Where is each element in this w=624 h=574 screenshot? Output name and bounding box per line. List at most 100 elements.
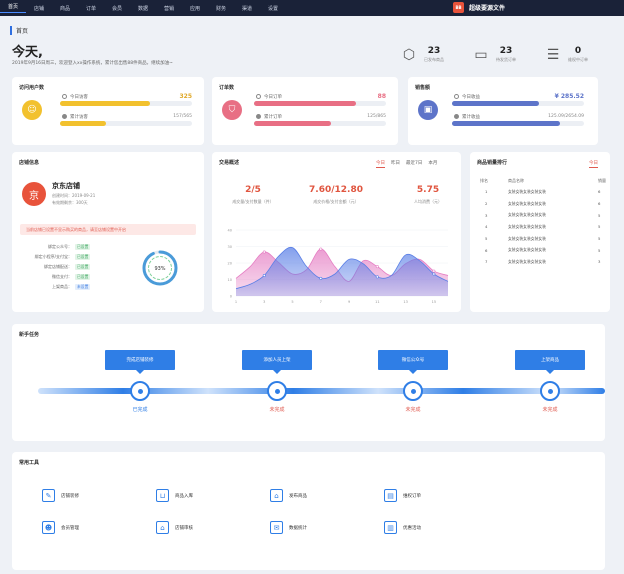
table-row[interactable]: 4 女装女装女装女装女装 5 bbox=[480, 221, 608, 233]
tab-last-7-days[interactable]: 最近7日 bbox=[406, 160, 422, 168]
sales-cell: 6 bbox=[598, 201, 601, 207]
stat-published-goods[interactable]: ⬡ 23 已发布商品 bbox=[400, 46, 444, 63]
progress-bar-fill bbox=[254, 101, 356, 106]
nav-item-data[interactable]: 数据 bbox=[130, 5, 156, 12]
tool-label: 店铺审核 bbox=[175, 525, 193, 531]
kpi-card-orders: 订单数 ⛉ 今日订单 88 累计订单 125/865 bbox=[212, 77, 398, 145]
nav-item-shop[interactable]: 店铺 bbox=[26, 5, 52, 12]
progress-ring: 93% bbox=[142, 250, 178, 286]
radio-icon bbox=[62, 94, 67, 99]
tool-label: 会员管理 bbox=[61, 525, 79, 531]
stat-value: 23 bbox=[499, 46, 513, 56]
brand-logo: BB bbox=[453, 2, 464, 13]
card-title: 交易概述 bbox=[219, 160, 240, 166]
data-point[interactable] bbox=[375, 275, 379, 279]
ranking-table: 排名 商品名称 销量 1 女装女装女装女装女装 6 2 女装女装女装女装女装 6 3 女装… bbox=[480, 176, 608, 268]
step-button-list-goods[interactable]: 上架商品 bbox=[515, 350, 585, 374]
brand: BB 超级要源文件 bbox=[453, 2, 505, 13]
tool-members[interactable]: ☻ 会员管理 bbox=[42, 521, 79, 534]
metric-label: 人均消费（元） bbox=[414, 199, 442, 204]
x-tick-label: 11 bbox=[375, 300, 379, 304]
card-title: 商品销量排行 bbox=[477, 160, 508, 166]
data-point[interactable] bbox=[262, 273, 266, 277]
stat-disputes[interactable]: ☰ 0 维权中订单 bbox=[544, 46, 588, 63]
column-header: 排名 bbox=[480, 178, 488, 183]
tool-publish-goods[interactable]: ⌂ 发布商品 bbox=[270, 489, 307, 502]
table-row[interactable]: 1 女装女装女装女装女装 6 bbox=[480, 186, 608, 198]
tool-statistics[interactable]: ✉ 数据统计 bbox=[270, 521, 307, 534]
stat-pending-shipment[interactable]: ▭ 23 待发货订单 bbox=[472, 46, 516, 63]
radio-icon bbox=[454, 94, 459, 99]
nav-item-apps[interactable]: 应用 bbox=[182, 5, 208, 12]
step-button-wechat[interactable]: 微信公众号 bbox=[378, 350, 448, 374]
house-icon: ⌂ bbox=[156, 521, 169, 534]
y-tick-label: 10 bbox=[228, 278, 232, 282]
name-cell: 女装女装女装女装女装 bbox=[508, 258, 546, 264]
tab-today[interactable]: 今日 bbox=[589, 160, 598, 168]
users-icon: ☻ bbox=[42, 521, 55, 534]
tool-goods-stock[interactable]: ⊔ 商品入库 bbox=[156, 489, 193, 502]
radio-icon bbox=[454, 114, 459, 119]
tools-card: 常用工具 bbox=[12, 452, 605, 570]
name-cell: 女装女装女装女装女装 bbox=[508, 188, 546, 194]
kpi-label: 累计访客 bbox=[70, 115, 88, 120]
nav-item-members[interactable]: 会员 bbox=[104, 5, 130, 12]
nav-item-finance[interactable]: 财务 bbox=[208, 5, 234, 12]
status-tag[interactable]: 已设置 bbox=[75, 244, 91, 250]
tool-label: 数据统计 bbox=[289, 525, 307, 531]
nav-item-home[interactable]: 首页 bbox=[0, 3, 26, 13]
tab-today[interactable]: 今日 bbox=[376, 160, 385, 168]
data-point[interactable] bbox=[319, 276, 323, 280]
y-tick-label: 40 bbox=[228, 229, 232, 233]
kpi-label: 累计订单 bbox=[264, 115, 282, 120]
step-button-add-staff[interactable]: 添加人员上架 bbox=[242, 350, 312, 374]
data-point[interactable] bbox=[375, 265, 379, 269]
tool-promotions[interactable]: ▥ 优惠活动 bbox=[384, 521, 421, 534]
tool-dispute-orders[interactable]: ▤ 维权订单 bbox=[384, 489, 421, 502]
tab-yesterday[interactable]: 昨日 bbox=[391, 160, 400, 168]
metric-value: 7.60/12.80 bbox=[309, 185, 363, 195]
mail-icon: ✉ bbox=[270, 521, 283, 534]
data-point[interactable] bbox=[432, 272, 436, 276]
status-tag[interactable]: 已设置 bbox=[75, 274, 91, 280]
table-header: 排名 商品名称 销量 bbox=[480, 176, 608, 186]
table-row[interactable]: 2 女装女装女装女装女装 6 bbox=[480, 198, 608, 210]
status-tag[interactable]: 已设置 bbox=[75, 264, 91, 270]
sales-cell: 5 bbox=[598, 212, 601, 218]
data-point[interactable] bbox=[432, 269, 436, 273]
metric-label: 成交量/支付数量（件） bbox=[232, 199, 274, 204]
tool-label: 店铺装修 bbox=[61, 493, 79, 499]
stat-label: 已发布商品 bbox=[424, 57, 444, 62]
progress-bar-fill bbox=[254, 121, 331, 126]
check-row: 上架商品： 未设置 bbox=[32, 284, 112, 290]
data-point[interactable] bbox=[262, 250, 266, 254]
metric-value: 2/5 bbox=[245, 185, 261, 195]
table-row[interactable]: 6 女装女装女装女装女装 5 bbox=[480, 244, 608, 256]
visitor-icon: ☺ bbox=[22, 100, 42, 120]
tab-this-month[interactable]: 本月 bbox=[428, 160, 437, 168]
nav-item-orders[interactable]: 订单 bbox=[78, 5, 104, 12]
table-row[interactable]: 5 女装女装女装女装女装 5 bbox=[480, 233, 608, 245]
nav-item-goods[interactable]: 商品 bbox=[52, 5, 78, 12]
metric-value: 5.75 bbox=[416, 185, 440, 195]
status-tag[interactable]: 未设置 bbox=[75, 284, 91, 290]
progress-bar bbox=[254, 101, 386, 106]
nav-item-channels[interactable]: 渠道 bbox=[234, 5, 260, 12]
tool-label: 发布商品 bbox=[289, 493, 307, 499]
truck-icon: ▭ bbox=[474, 46, 488, 63]
nav-item-marketing[interactable]: 营销 bbox=[156, 5, 182, 12]
table-row[interactable]: 3 女装女装女装女装女装 5 bbox=[480, 209, 608, 221]
table-row[interactable]: 7 女装女装女装女装女装 3 bbox=[480, 256, 608, 268]
step-button-shop-decoration[interactable]: 完成店铺装修 bbox=[105, 350, 175, 374]
tool-shop-decoration[interactable]: ✎ 店铺装修 bbox=[42, 489, 79, 502]
sales-cell: 5 bbox=[598, 247, 601, 253]
tool-shop-review[interactable]: ⌂ 店铺审核 bbox=[156, 521, 193, 534]
progress-bar-fill bbox=[60, 121, 107, 126]
check-key: 绑定公众号： bbox=[48, 244, 72, 249]
status-tag[interactable]: 已设置 bbox=[75, 254, 91, 260]
nav-item-settings[interactable]: 设置 bbox=[260, 5, 286, 12]
kpi-label: 今日收益 bbox=[462, 95, 480, 100]
shop-valid: 有效期剩余：300天 bbox=[52, 200, 88, 205]
kpi-card-visitors: 访问用户数 ☺ 今日访客 325 累计访客 157/565 bbox=[12, 77, 204, 145]
data-point[interactable] bbox=[319, 247, 323, 251]
